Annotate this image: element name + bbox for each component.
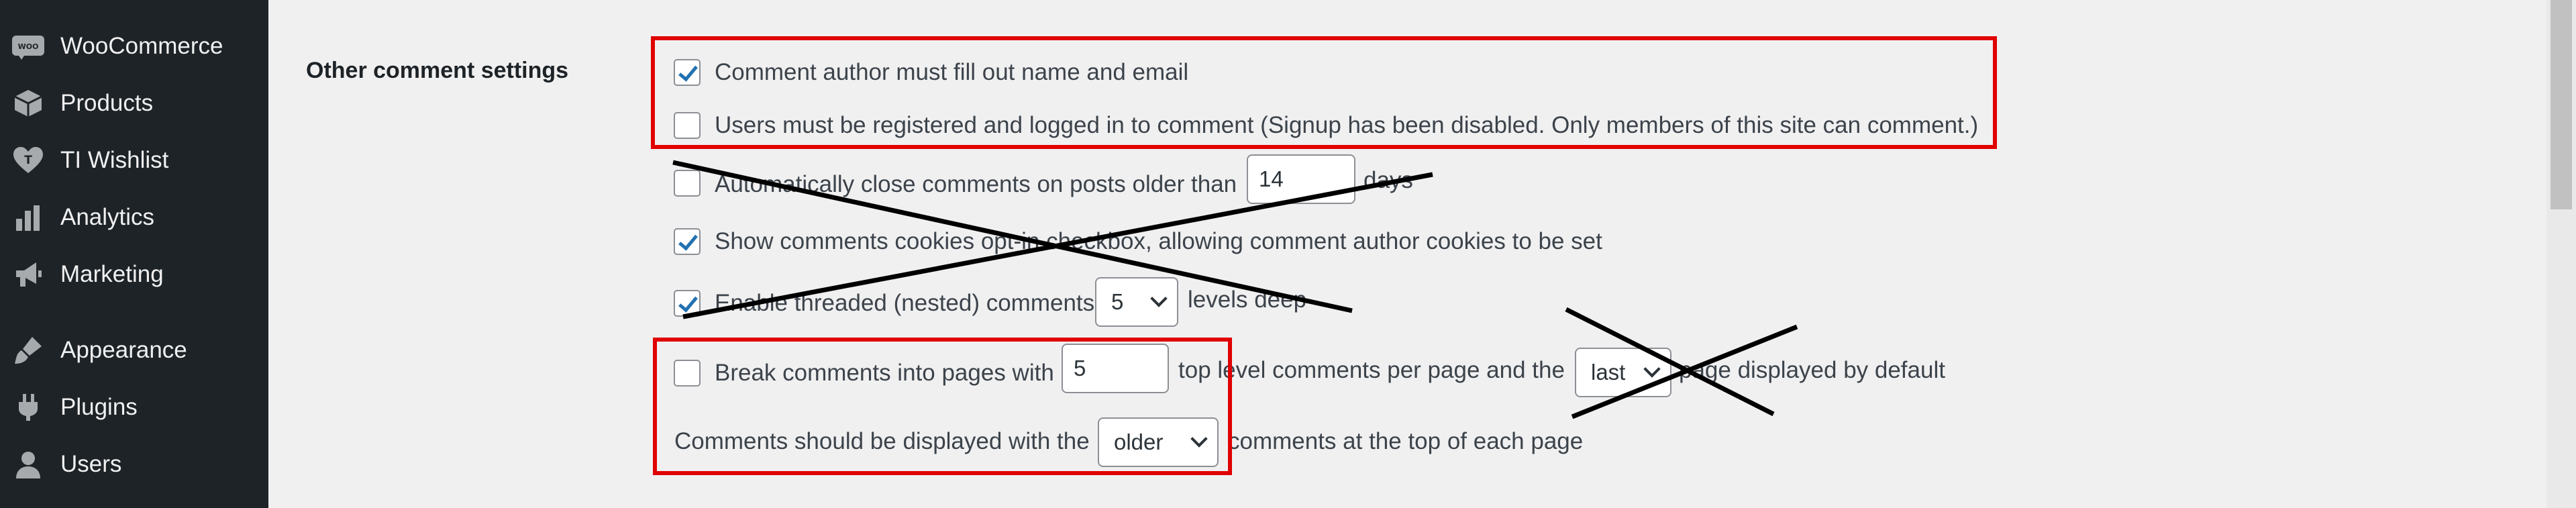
products-box-icon (12, 87, 44, 119)
admin-sidebar: WOO WooCommerce Products T TI Wishlist A… (0, 0, 268, 508)
sidebar-item-label: Plugins (60, 394, 138, 420)
sidebar-item-products[interactable]: Products (0, 75, 268, 132)
thread-depth-value: 5 (1111, 289, 1124, 314)
sidebar-item-label: WooCommerce (60, 33, 223, 59)
close-comments-days-unit: days (1363, 167, 1413, 193)
sidebar-item-label: Products (60, 90, 154, 116)
default-comments-page-value: last (1591, 360, 1626, 385)
require-name-email-checkbox[interactable] (674, 59, 701, 86)
chevron-down-icon (1643, 360, 1661, 378)
wishlist-heart-icon: T (12, 144, 44, 176)
page-comments-suffix: page displayed by default (1679, 357, 1945, 383)
sidebar-item-plugins[interactable]: Plugins (0, 379, 268, 436)
sidebar-item-ti-wishlist[interactable]: T TI Wishlist (0, 132, 268, 189)
sidebar-item-label: Analytics (60, 204, 155, 230)
analytics-bar-chart-icon (12, 201, 44, 234)
threaded-comments-checkbox[interactable] (674, 290, 701, 317)
comment-order-select[interactable]: older (1098, 417, 1219, 467)
close-comments-checkbox[interactable] (674, 170, 701, 197)
sidebar-item-marketing[interactable]: Marketing (0, 246, 268, 303)
plugin-plug-icon (12, 391, 44, 423)
comment-order-suffix: comments at the top of each page (1228, 428, 1584, 454)
sidebar-item-analytics[interactable]: Analytics (0, 189, 268, 246)
sidebar-item-users[interactable]: Users (0, 436, 268, 493)
sidebar-item-appearance[interactable]: Appearance (0, 322, 268, 378)
comment-order-label: Comments should be displayed with the (674, 428, 1090, 454)
svg-text:T: T (24, 154, 32, 167)
megaphone-icon (12, 258, 44, 291)
chevron-down-icon (1190, 430, 1208, 448)
require-name-email-label: Comment author must fill out name and em… (715, 59, 1189, 85)
default-comments-page-select[interactable]: last (1575, 348, 1671, 397)
close-comments-label: Automatically close comments on posts ol… (715, 171, 1237, 197)
threaded-comments-label: Enable threaded (nested) comments (715, 290, 1095, 316)
registration-required-label: Users must be registered and logged in t… (715, 112, 1979, 138)
cookies-opt-in-checkbox[interactable] (674, 228, 701, 255)
page-comments-middle-label: top level comments per page and the (1178, 357, 1565, 383)
threaded-comments-depth-suffix: levels deep (1188, 287, 1307, 313)
sidebar-item-woocommerce[interactable]: WOO WooCommerce (0, 18, 268, 74)
sidebar-item-label: Users (60, 451, 122, 477)
svg-text:WOO: WOO (18, 42, 39, 51)
page-comments-label: Break comments into pages with (715, 360, 1054, 386)
user-icon (12, 448, 44, 480)
close-comments-days-input[interactable]: 14 (1247, 154, 1355, 204)
paintbrush-icon (12, 334, 44, 366)
comment-order-value: older (1114, 429, 1164, 454)
thread-depth-select[interactable]: 5 (1095, 277, 1178, 327)
sidebar-item-label: TI Wishlist (60, 147, 169, 173)
registration-required-checkbox[interactable] (674, 112, 701, 139)
scrollbar-track[interactable] (2546, 0, 2576, 508)
section-label: Other comment settings (306, 58, 569, 83)
sidebar-item-label: Appearance (60, 337, 187, 363)
comments-per-page-input[interactable]: 5 (1062, 344, 1169, 393)
chevron-down-icon (1150, 290, 1168, 307)
woocommerce-icon: WOO (12, 30, 44, 62)
page-comments-checkbox[interactable] (674, 360, 701, 387)
scrollbar-thumb[interactable] (2551, 0, 2572, 209)
cookies-opt-in-label: Show comments cookies opt-in checkbox, a… (715, 228, 1602, 254)
sidebar-item-label: Marketing (60, 261, 164, 287)
